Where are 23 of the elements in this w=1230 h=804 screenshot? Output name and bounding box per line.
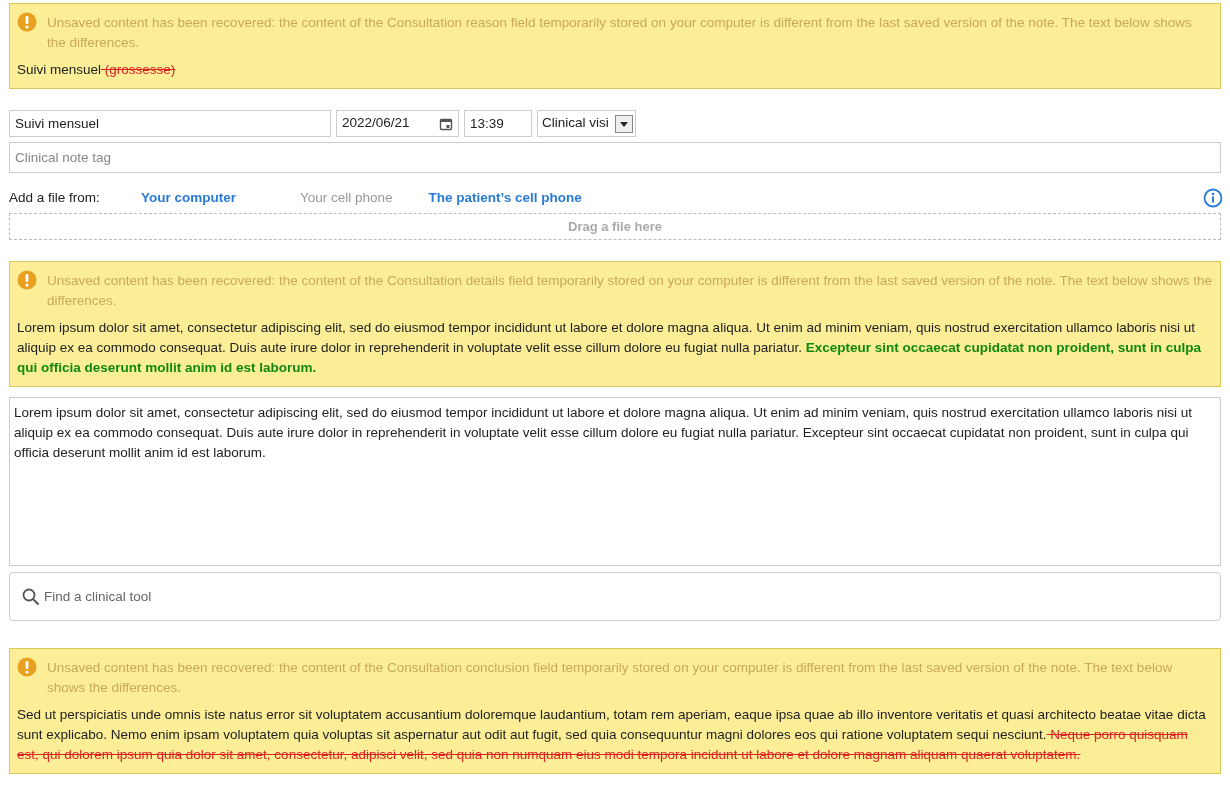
tag-field[interactable]: Clinical note tag <box>9 142 1221 173</box>
file-source-link[interactable]: Your computer <box>141 187 264 209</box>
add-file-label: Add a file from: <box>9 188 101 207</box>
diff-text: Lorem ipsum dolor sit amet, consectetur adipiscing elit, sed do eiusmod tempor incididunt ut labore et dolore magna aliqua. Ut enim ad minim veniam, quis nostrud exercitation ullamco laboris nisi ut aliquip ex ea commodo consequat. Duis aute irure dolor in reprehenderit in voluptate velit esse cillum dolore eu fugiat nulla pariatur. Excepteur sint occaecat cupidatat non proident, sunt in culpa qui officia deserunt mollit anim id est laborum. <box>17 319 1203 377</box>
dropdown-caret-icon <box>615 114 633 133</box>
file-source-link[interactable]: The patient’s cell phone <box>428 187 582 209</box>
time-field[interactable]: 13:39 <box>464 110 532 137</box>
recovery-message: Unsaved content has been recovered: the content of the Consultation reason field temporarily stored on your computer is different from the last saved version of the note. The text below shows the differences. <box>47 14 1193 52</box>
calendar-icon <box>439 116 453 131</box>
search-icon <box>21 587 41 607</box>
title-field[interactable]: Suivi mensuel <box>9 110 331 137</box>
warning-icon <box>17 657 37 677</box>
tool-search-field[interactable]: Find a clinical tool <box>9 572 1221 621</box>
warning-icon <box>17 12 37 32</box>
diff-text: Sed ut perspiciatis unde omnis iste natus error sit voluptatem accusantium doloremque laudantium, totam rem aperiam, eaque ipsa quae ab illo inventore veritatis et quasi architecto beatae vitae dicta sunt explicabo. Nemo enim ipsam voluptatem quia voluptas sit aspernatur aut odit aut fugit, sed quia consequuntur magni dolores eos qui ratione voluptatem sequi nesciunt. Neque porro quisquam est, qui dolorem ipsum quia dolor sit amet, consectetur, adipisci velit, sed quia non numquam eius modi tempora incidunt ut labore et dolore magnam aliquam quaerat voluptatem. <box>17 706 1207 764</box>
info-icon[interactable] <box>1203 188 1223 208</box>
recovery-message: Unsaved content has been recovered: the content of the Consultation conclusion field temporarily stored on your computer is different from the last saved version of the note. The text below shows the differences. <box>47 659 1174 697</box>
visit-type-select[interactable]: Clinical visi <box>537 110 636 137</box>
warning-icon <box>17 270 37 290</box>
recovery-message: Unsaved content has been recovered: the content of the Consultation details field temporarily stored on your computer is different from the last saved version of the note. The text below shows the differences. <box>47 272 1213 310</box>
diff-text: Suivi mensuel (grossesse) <box>17 61 177 79</box>
details-text-area[interactable]: Lorem ipsum dolor sit amet, consectetur adipiscing elit, sed do eiusmod tempor incididunt ut labore et dolore magna aliqua. Ut enim ad minim veniam, quis nostrud exercitation ullamco laboris nisi ut aliquip ex ea commodo consequat. Duis aute irure dolor in reprehenderit in voluptate velit esse cillum dolore eu fugiat nulla pariatur. Excepteur sint occaecat cupidatat non proident, sunt in culpa qui officia deserunt mollit anim id est laborum. <box>9 397 1221 566</box>
date-field[interactable]: 2022/06/21 <box>336 110 459 137</box>
